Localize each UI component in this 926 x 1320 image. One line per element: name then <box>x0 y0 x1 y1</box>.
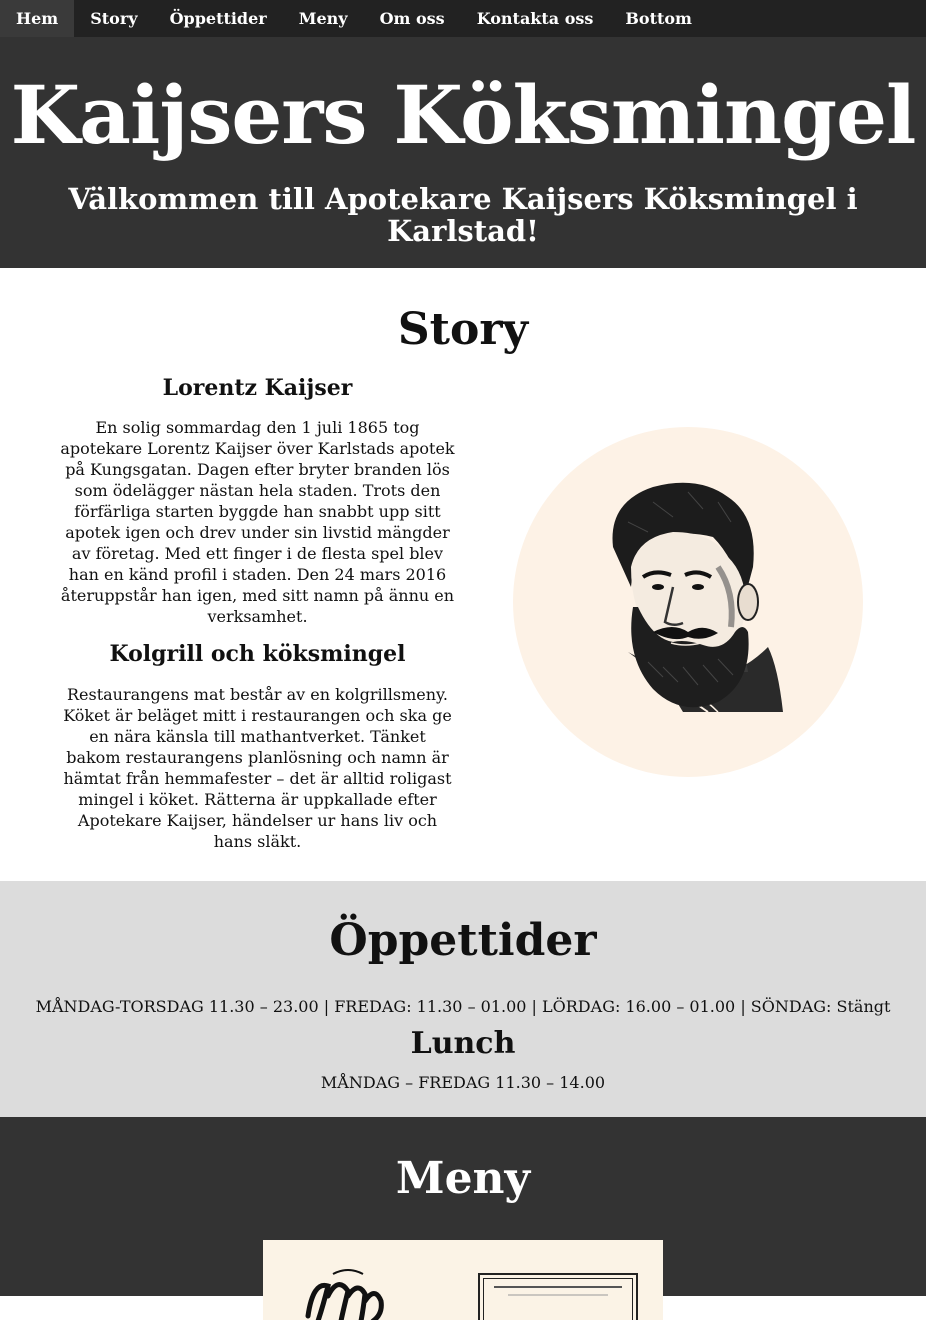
hours-section: Öppettider MÅNDAG-TORSDAG 11.30 – 23.00 … <box>0 881 926 1117</box>
site-title: Kaijsers Köksmingel <box>10 68 917 162</box>
story-paragraph-kolgrill: Restaurangens mat består av en kolgrills… <box>63 684 452 851</box>
lunch-title: Lunch <box>410 1026 516 1061</box>
story-text-column: Lorentz Kaijser En solig sommardag den 1… <box>60 375 455 866</box>
menu-card-frame <box>478 1273 638 1320</box>
nav-item-om-oss[interactable]: Om oss <box>364 0 461 37</box>
lunch-schedule: MÅNDAG – FREDAG 11.30 – 14.00 <box>320 1073 606 1092</box>
menu-card-image[interactable] <box>263 1240 663 1320</box>
site-subtitle: Välkommen till Apotekare Kaijsers Köksmi… <box>68 182 858 248</box>
story-heading-lorentz: Lorentz Kaijser <box>162 375 353 401</box>
menu-card-frame-inner <box>483 1278 633 1320</box>
menu-title: Meny <box>395 1153 531 1204</box>
nav-item-meny[interactable]: Meny <box>283 0 364 37</box>
story-heading-kolgrill: Kolgrill och köksmingel <box>109 641 406 668</box>
bearded-man-illustration <box>612 482 783 713</box>
menu-script-icon <box>305 1269 384 1320</box>
nav-item-story[interactable]: Story <box>74 0 153 37</box>
top-nav: Hem Story Öppettider Meny Om oss Kontakt… <box>0 0 926 37</box>
portrait-image <box>513 427 863 777</box>
menu-section: Meny <box>0 1117 926 1320</box>
nav-item-hem[interactable]: Hem <box>0 0 75 37</box>
hero-header: Kaijsers Köksmingel Välkommen till Apote… <box>0 37 926 268</box>
story-paragraph-lorentz: En solig sommardag den 1 juli 1865 tog a… <box>60 418 455 627</box>
nav-item-kontakta-oss[interactable]: Kontakta oss <box>461 0 610 37</box>
hours-title: Öppettider <box>329 915 597 966</box>
story-section: Story Lorentz Kaijser En solig sommardag… <box>0 268 926 881</box>
nav-item-oppettider[interactable]: Öppettider <box>154 0 283 37</box>
menu-card-script-logo <box>303 1266 403 1320</box>
nav-item-bottom[interactable]: Bottom <box>609 0 708 37</box>
hours-schedule: MÅNDAG-TORSDAG 11.30 – 23.00 | FREDAG: 1… <box>35 997 891 1016</box>
story-title: Story <box>397 304 529 355</box>
menu-card-text-lines <box>494 1286 622 1296</box>
